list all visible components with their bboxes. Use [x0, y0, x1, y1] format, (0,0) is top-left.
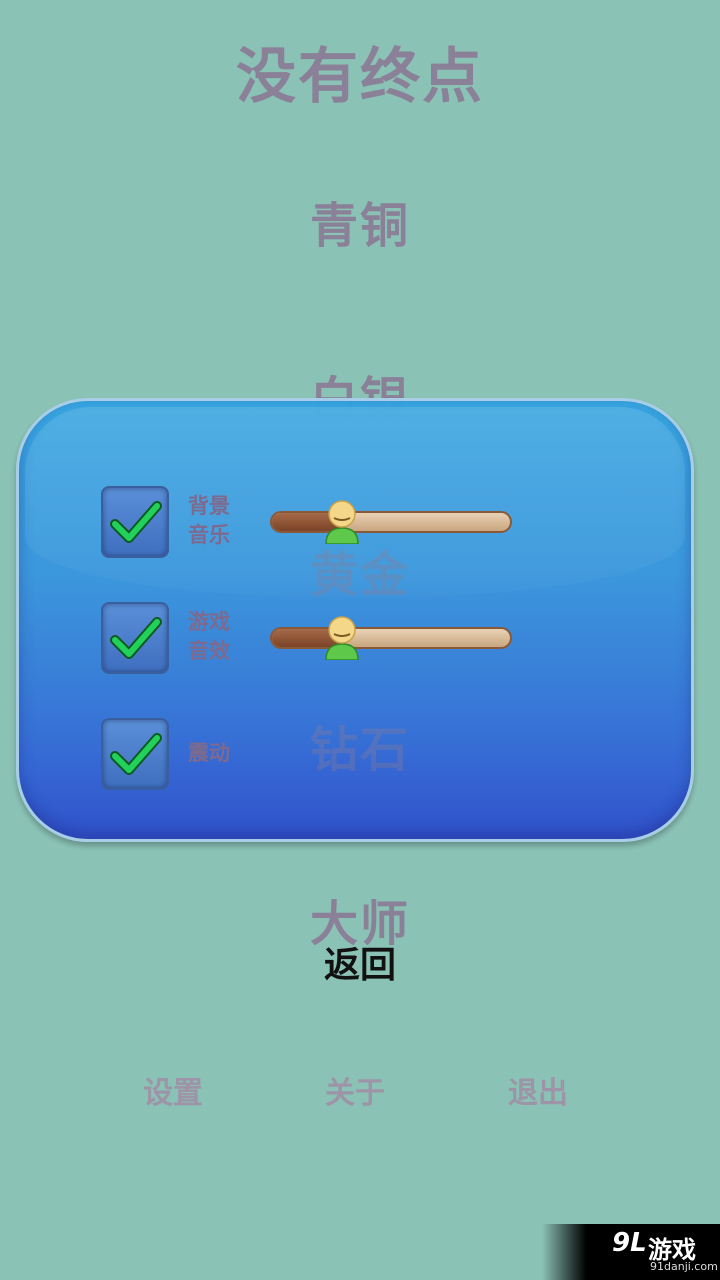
sfx-label: 游戏 音效 [188, 610, 230, 663]
watermark: 9L 游戏 91danji.com [542, 1224, 720, 1280]
bgm-label: 背景 音乐 [188, 494, 230, 547]
nav-about[interactable]: 关于 [295, 1068, 415, 1112]
sfx-slider-thumb[interactable] [322, 614, 362, 661]
check-icon [110, 501, 162, 543]
page-title: 没有终点 [236, 42, 484, 112]
bgm-volume-slider[interactable] [270, 511, 512, 533]
person-thumb-icon [325, 500, 359, 545]
person-thumb-icon [325, 616, 359, 661]
nav-settings[interactable]: 设置 [113, 1068, 233, 1112]
level-bronze[interactable]: 青铜 [0, 186, 720, 256]
sfx-checkbox[interactable] [101, 602, 169, 674]
check-icon [110, 733, 162, 775]
bgm-slider-thumb[interactable] [322, 498, 362, 545]
vibrate-label: 震动 [188, 741, 230, 765]
sfx-volume-slider[interactable] [270, 627, 512, 649]
check-icon [110, 617, 162, 659]
back-button[interactable]: 返回 [0, 936, 720, 988]
nav-exit[interactable]: 退出 [478, 1068, 598, 1112]
watermark-logo: 9L [612, 1228, 647, 1258]
bgm-checkbox[interactable] [101, 486, 169, 558]
vibrate-checkbox[interactable] [101, 718, 169, 790]
watermark-url: 91danji.com [650, 1260, 718, 1273]
